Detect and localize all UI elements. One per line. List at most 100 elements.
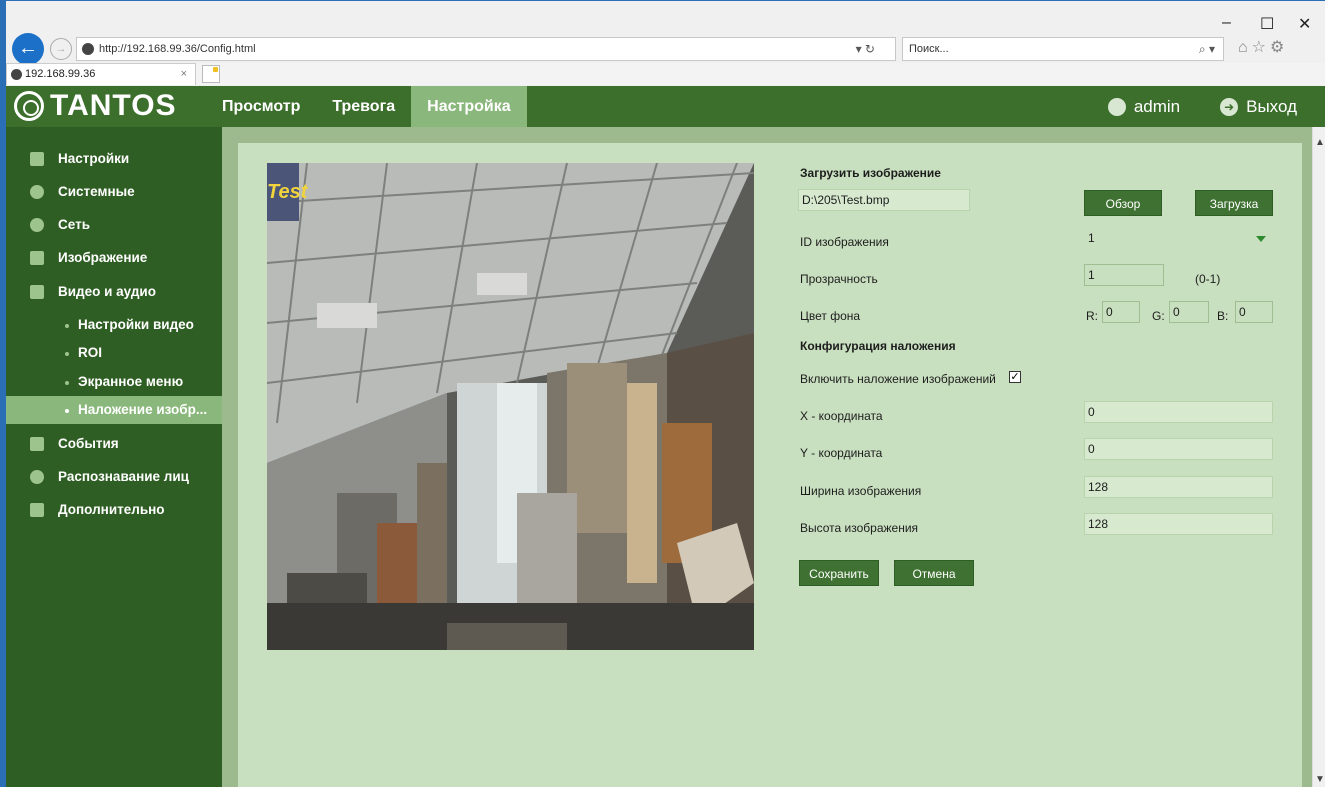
bullet-icon <box>65 409 69 413</box>
sidebar-item-network[interactable]: Сеть <box>6 211 222 239</box>
sidebar-item-label: Изображение <box>58 250 148 265</box>
image-id-value: 1 <box>1088 231 1095 245</box>
overlay-settings-panel: Test Загрузить изображение D:\205\Test.b… <box>238 143 1302 787</box>
sidebar-item-label: Системные <box>58 184 135 199</box>
b-label: B: <box>1217 309 1229 323</box>
search-input[interactable]: Поиск... ⌕ ▾ <box>902 37 1224 61</box>
transparency-input[interactable]: 1 <box>1084 264 1164 286</box>
camera-preview: Test <box>267 163 754 650</box>
sidebar-item-label: События <box>58 436 119 451</box>
monitor-icon <box>30 152 44 166</box>
file-path-input[interactable]: D:\205\Test.bmp <box>798 189 970 211</box>
top-nav: Просмотр Тревога Настройка <box>206 86 527 127</box>
scroll-down-icon[interactable]: ▼ <box>1315 774 1325 785</box>
scroll-up-icon[interactable]: ▲ <box>1315 137 1325 148</box>
overlay-image-preview: Test <box>267 163 307 221</box>
image-height-label: Высота изображения <box>800 521 919 535</box>
logo-text: TANTOS <box>50 89 177 122</box>
bullet-icon <box>65 381 69 385</box>
sidebar-sub-image-overlay[interactable]: Наложение изобр... <box>6 396 222 424</box>
sidebar-sub-label: Наложение изобр... <box>78 402 208 417</box>
y-coord-input[interactable]: 0 <box>1084 438 1273 460</box>
globe-icon <box>82 43 94 55</box>
g-label: G: <box>1152 309 1165 323</box>
b-input[interactable]: 0 <box>1235 301 1273 323</box>
sidebar-sub-label: Экранное меню <box>78 374 184 389</box>
bg-color-label: Цвет фона <box>800 309 861 323</box>
nav-view[interactable]: Просмотр <box>206 86 316 127</box>
transparency-range: (0-1) <box>1195 272 1221 286</box>
nav-alarm[interactable]: Тревога <box>316 86 411 127</box>
sidebar-item-image[interactable]: Изображение <box>6 244 222 272</box>
minimize-button[interactable]: – <box>1222 14 1231 32</box>
app-header: TANTOS Просмотр Тревога Настройка admin … <box>6 86 1325 127</box>
sidebar-sub-label: Настройки видео <box>78 317 194 332</box>
camera-scene <box>267 163 754 650</box>
user-icon <box>1107 97 1126 116</box>
enable-overlay-checkbox[interactable]: ✓ <box>1009 371 1021 383</box>
logo: TANTOS <box>14 87 177 125</box>
page-scrollbar[interactable]: ▲ ▼ <box>1312 127 1325 787</box>
sidebar-item-label: Настройки <box>58 151 130 166</box>
logout-label: Выход <box>1246 96 1297 116</box>
browse-button[interactable]: Обзор <box>1084 190 1162 216</box>
logout-button[interactable]: ➜ Выход <box>1220 97 1297 117</box>
search-placeholder: Поиск... <box>909 43 949 55</box>
image-height-input[interactable]: 128 <box>1084 513 1273 535</box>
x-coord-input[interactable]: 0 <box>1084 401 1273 423</box>
user-area: admin ➜ Выход <box>1107 86 1297 127</box>
bullet-icon <box>65 352 69 356</box>
browser-toolbar-icons[interactable]: ⌂☆⚙ <box>1238 37 1288 57</box>
sidebar-item-settings[interactable]: Настройки <box>6 145 222 173</box>
info-icon <box>30 185 44 199</box>
save-button[interactable]: Сохранить <box>799 560 879 586</box>
tab-globe-icon <box>11 69 22 80</box>
sidebar-sub-osd[interactable]: Экранное меню <box>6 368 222 396</box>
sidebar-item-label: Распознавание лиц <box>58 469 189 484</box>
chevron-down-icon <box>1256 236 1266 242</box>
y-coord-label: Y - координата <box>800 446 883 460</box>
browser-tab[interactable]: 192.168.99.36 × <box>6 63 196 85</box>
user-name: admin <box>1133 96 1181 116</box>
close-button[interactable]: ✕ <box>1298 14 1311 34</box>
image-id-select[interactable]: 1 <box>1084 227 1273 249</box>
search-icon[interactable]: ⌕ ▾ <box>1199 38 1215 60</box>
sidebar-item-label: Видео и аудио <box>58 284 156 299</box>
sidebar-sub-label: ROI <box>78 345 103 360</box>
x-coord-label: X - координата <box>800 409 883 423</box>
content-area: Test Загрузить изображение D:\205\Test.b… <box>222 127 1312 787</box>
sidebar-sub-roi[interactable]: ROI <box>6 339 222 367</box>
g-input[interactable]: 0 <box>1169 301 1209 323</box>
upload-section-title: Загрузить изображение <box>800 166 941 180</box>
back-arrow-icon[interactable]: ← <box>12 33 44 65</box>
image-width-input[interactable]: 128 <box>1084 476 1273 498</box>
tab-title: 192.168.99.36 <box>25 68 96 80</box>
sidebar-item-system[interactable]: Системные <box>6 178 222 206</box>
image-icon <box>30 251 44 265</box>
maximize-button[interactable]: ☐ <box>1260 14 1274 34</box>
user-menu[interactable]: admin <box>1107 96 1181 117</box>
globe-icon <box>30 218 44 232</box>
address-text: http://192.168.99.36/Config.html <box>99 43 256 55</box>
forward-arrow-icon[interactable]: → <box>50 38 72 60</box>
r-label: R: <box>1086 309 1098 323</box>
cancel-button[interactable]: Отмена <box>894 560 974 586</box>
overlay-config-title: Конфигурация наложения <box>800 339 956 353</box>
address-bar[interactable]: http://192.168.99.36/Config.html ▾ ↻ <box>76 37 896 61</box>
r-input[interactable]: 0 <box>1102 301 1140 323</box>
sidebar-item-label: Сеть <box>58 217 90 232</box>
image-width-label: Ширина изображения <box>800 484 922 498</box>
sidebar-item-events[interactable]: События <box>6 430 222 458</box>
refresh-icon[interactable]: ▾ ↻ <box>856 38 875 60</box>
new-tab-icon[interactable] <box>202 65 220 83</box>
tab-close-icon[interactable]: × <box>181 64 187 84</box>
nav-settings[interactable]: Настройка <box>411 86 527 127</box>
sidebar-item-video-audio[interactable]: Видео и аудио <box>6 278 222 306</box>
upload-button[interactable]: Загрузка <box>1195 190 1273 216</box>
sidebar-sub-video-settings[interactable]: Настройки видео <box>6 311 222 339</box>
sidebar-item-advanced[interactable]: Дополнительно <box>6 496 222 524</box>
face-icon <box>30 470 44 484</box>
bell-icon <box>30 437 44 451</box>
sidebar-item-face-recognition[interactable]: Распознавание лиц <box>6 463 222 491</box>
transparency-label: Прозрачность <box>800 272 878 286</box>
